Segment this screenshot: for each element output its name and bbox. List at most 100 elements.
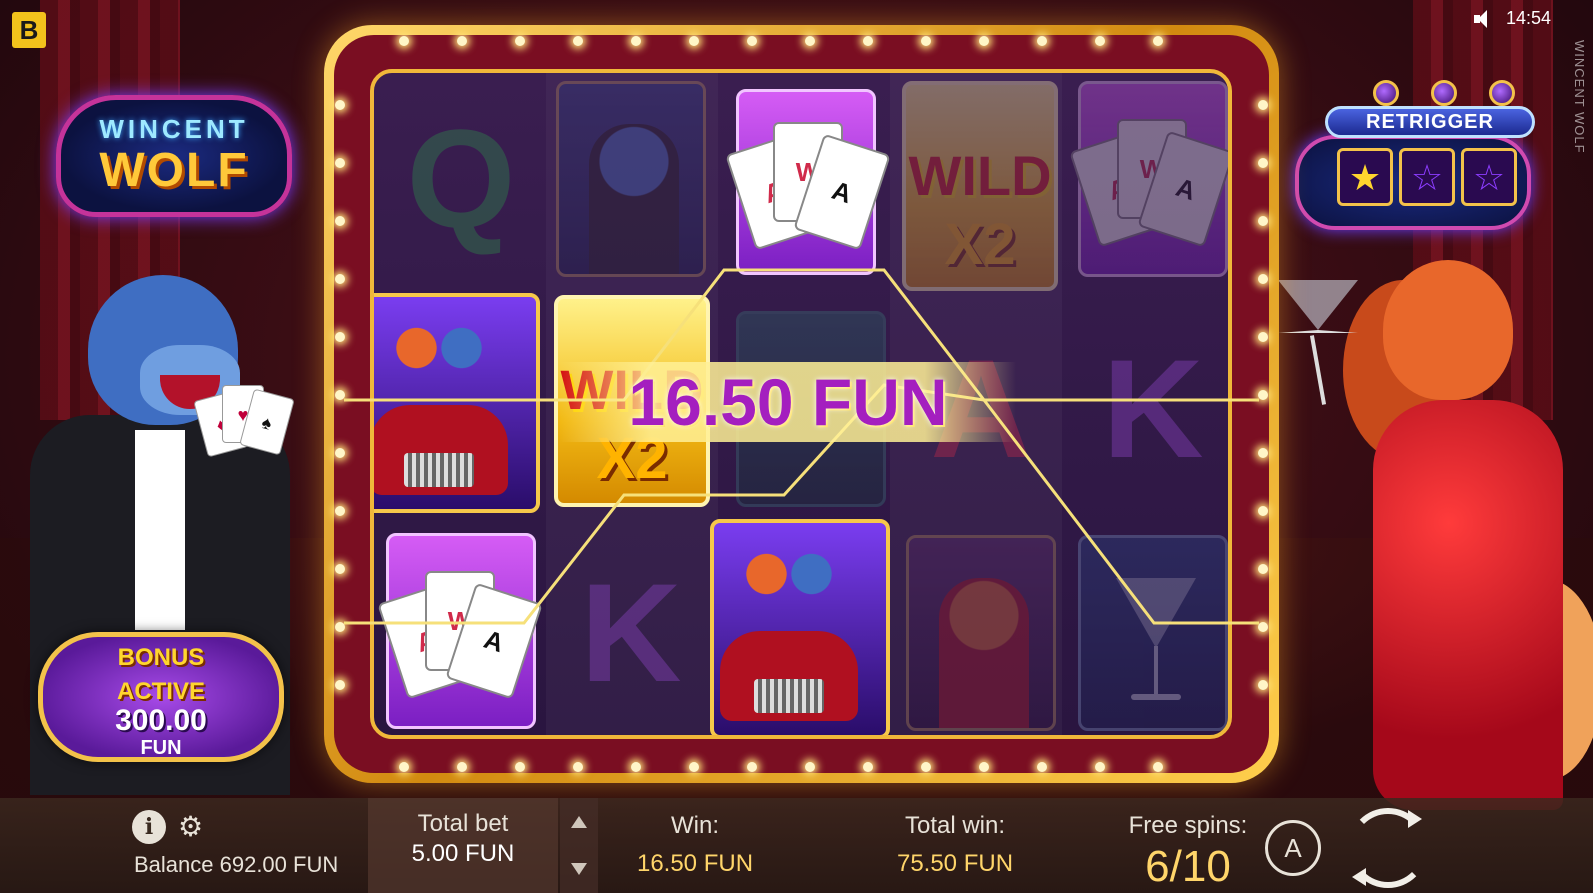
retrigger-stars: ★ ☆ ☆ [1337,148,1517,206]
martini-cup [1116,578,1196,648]
free-spins-label: Free spins: [1128,812,1248,839]
bulb-light [1095,762,1105,772]
gem-icon [1489,80,1515,106]
total-win-label: Total win: [904,812,1006,839]
fox-figure [939,578,1029,728]
status-area: 14:54 [1473,8,1551,29]
fox-character [1263,250,1593,810]
bulb-light [1258,158,1268,168]
bulb-light [335,158,345,168]
symbol-fox [906,535,1056,731]
spin-icon[interactable] [1348,808,1428,888]
bulb-light [335,622,345,632]
bulb-light [1258,100,1268,110]
retrigger-title: RETRIGGER [1325,106,1535,138]
gem-icon [1373,80,1399,106]
bulb-light [335,506,345,516]
speaker-icon[interactable] [1473,9,1496,29]
balance-text: Balance 692.00 FUN [134,852,339,877]
bulb-light [979,762,989,772]
bulb-light [747,762,757,772]
total-win-display: Total win: 75.50 FUN [860,812,1050,878]
bulb-light [573,36,583,46]
symbol-limo-scatter [374,293,540,513]
bulb-light [1037,762,1047,772]
bet-decrease-icon[interactable] [571,863,587,875]
fox-dress [1373,400,1563,810]
bottom-bar: i ⚙ Balance 692.00 FUN Total bet 5.00 FU… [0,798,1593,893]
retrigger-panel: RETRIGGER ★ ☆ ☆ [1295,80,1545,230]
bulb-light [1258,680,1268,690]
gear-icon[interactable]: ⚙ [178,810,203,844]
bulb-light [1258,216,1268,226]
car-grill [754,679,824,713]
martini-stem [1309,335,1327,405]
bonus-label: BONUS [117,644,205,671]
cards-fan: A W A [1069,109,1228,249]
total-bet-value: 5.00 FUN [411,840,515,867]
bulb-light [335,332,345,342]
star-icon: ☆ [1461,148,1517,206]
bet-stepper [560,798,598,893]
star-icon: ☆ [1399,148,1455,206]
bonus-active-badge: BONUS ACTIVE 300.00 FUN [38,632,284,762]
win-amount-overlay: 16.50 FUN [628,365,948,439]
bulb-light [457,762,467,772]
retrigger-gems [1373,80,1515,106]
bulb-light [457,36,467,46]
bulb-light [921,762,931,772]
symbol-wolf [556,81,706,277]
bulb-light [805,36,815,46]
bulb-light [335,564,345,574]
bulb-light [335,274,345,284]
total-win-value: 75.50 FUN [896,850,1014,877]
bulb-light [515,762,525,772]
logo-line2: WOLF [99,144,249,197]
bulb-light [335,390,345,400]
bulb-light [1037,36,1047,46]
win-display: Win: 16.50 FUN [610,812,780,878]
riders [744,539,834,609]
total-bet-label: Total bet [417,810,509,837]
bulb-light [805,762,815,772]
bulb-light [399,36,409,46]
free-spins-value: 6/10 [1145,842,1231,891]
symbol-martini [1078,535,1228,731]
bulb-light [515,36,525,46]
bulb-light [335,216,345,226]
wolf-figure [589,124,679,274]
symbol-q: Q [406,100,516,257]
bulb-light [631,762,641,772]
symbol-k: K [580,554,682,711]
martini-glass-icon [1278,280,1358,333]
bulb-light [335,448,345,458]
autoplay-icon[interactable]: A [1265,820,1321,876]
bulb-light [1258,506,1268,516]
bulb-light [863,762,873,772]
gem-icon [1431,80,1457,106]
symbol-cards: A W A [725,89,891,275]
vertical-brand-text: WINCENT WOLF [1572,40,1587,154]
bulb-light [921,36,931,46]
star-icon: ★ [1337,148,1393,206]
martini-base [1131,694,1181,700]
bet-increase-icon[interactable] [571,816,587,828]
bulb-light [747,36,757,46]
bulb-light [689,36,699,46]
car-grill [404,453,474,487]
symbol-cards: A W A [377,533,543,729]
martini-stem [1154,646,1158,696]
wolf-playing-cards: ♦ ♥ ♠ [193,385,295,458]
bulb-light [1258,332,1268,342]
cards-fan: A W A [377,561,543,701]
symbol-cards: A W A [1069,81,1228,277]
bulb-light [573,762,583,772]
bulb-light [335,100,345,110]
bonus-currency: FUN [140,737,182,759]
logo-line1: WINCENT [99,114,249,144]
symbol-limo-scatter [710,519,890,735]
win-value: 16.50 FUN [636,850,754,877]
cards-fan: A W A [725,112,891,252]
info-icon[interactable]: i [132,810,166,844]
bulb-light [863,36,873,46]
